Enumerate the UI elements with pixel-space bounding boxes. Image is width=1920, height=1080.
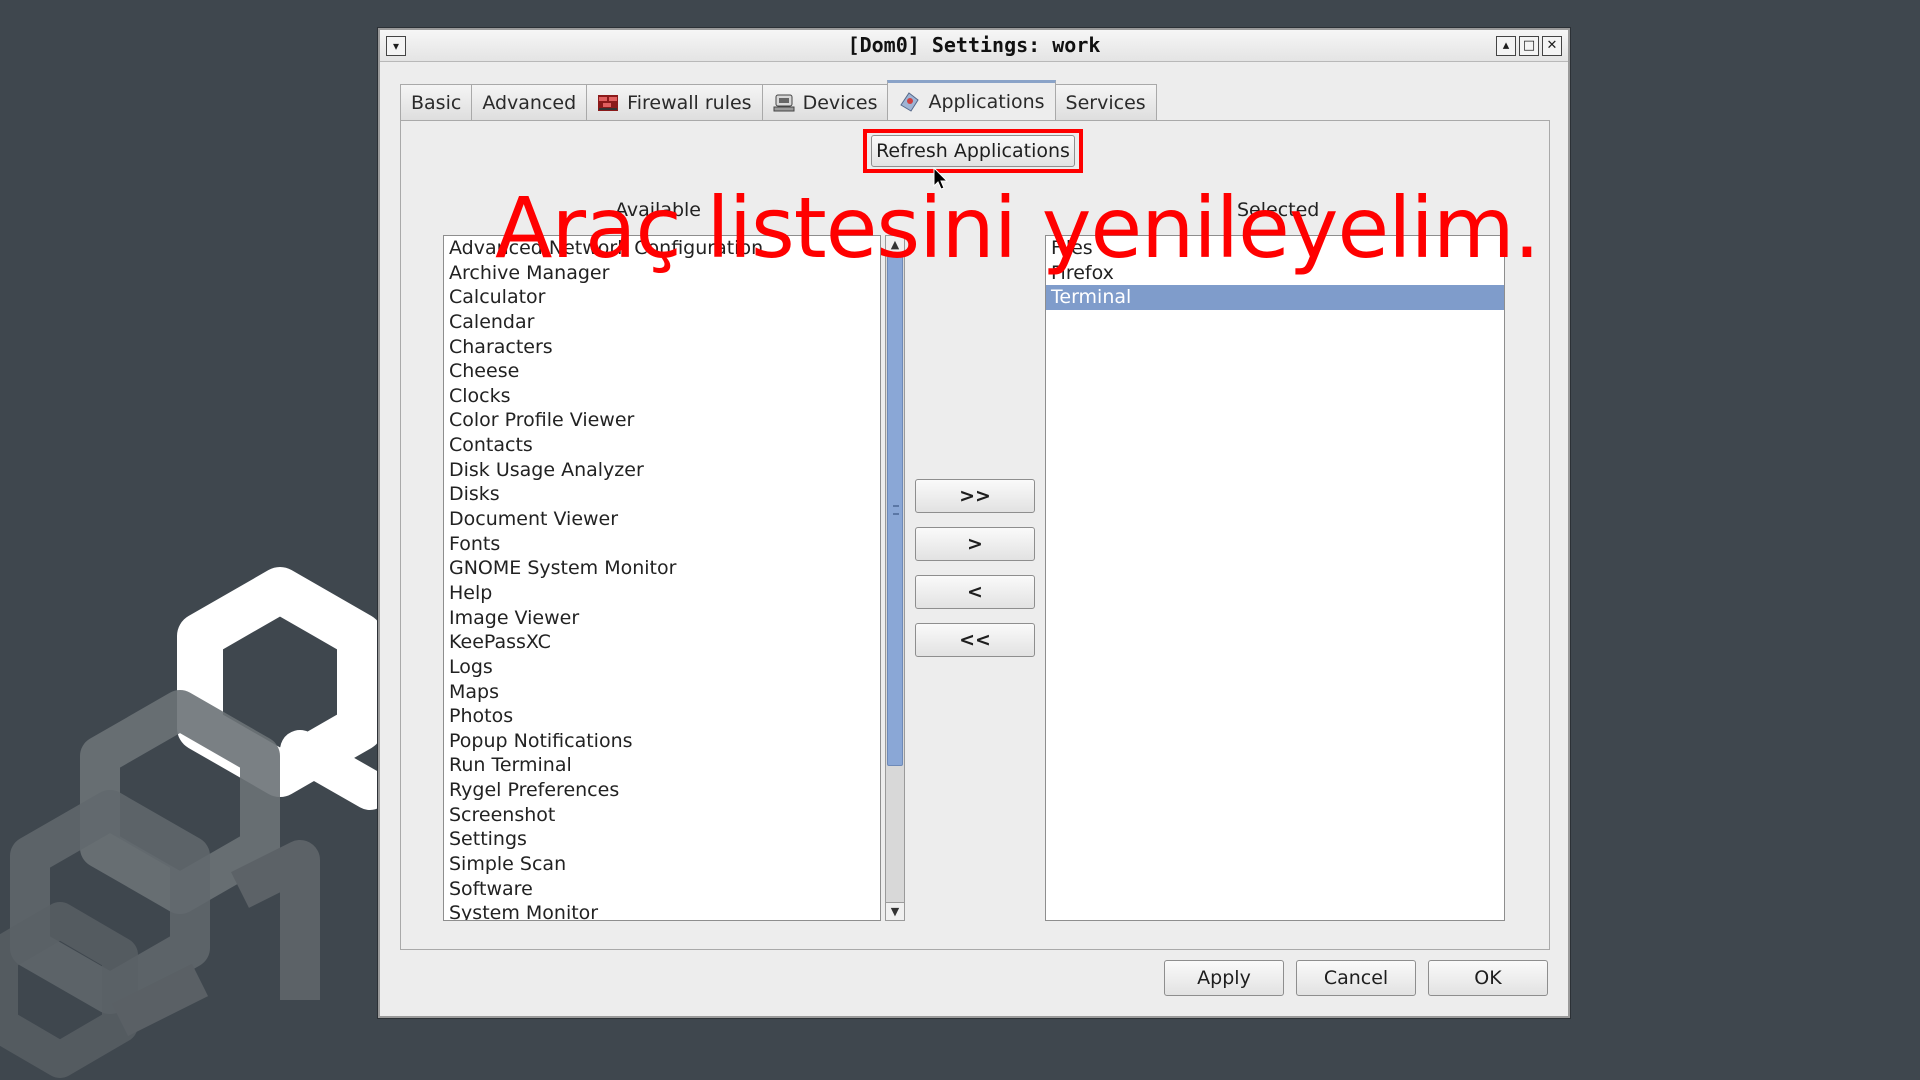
list-item[interactable]: Disks: [444, 482, 880, 507]
title-bar[interactable]: ▾ [Dom0] Settings: work ▴ □ ✕: [380, 30, 1568, 62]
tab-label: Advanced: [482, 91, 577, 114]
move-all-right-button[interactable]: >>: [915, 479, 1035, 513]
tab-bar: Basic Advanced Firewall rules Devices Ap…: [400, 80, 1157, 120]
ok-button[interactable]: OK: [1428, 960, 1548, 996]
list-item[interactable]: Terminal: [1046, 285, 1504, 310]
close-icon[interactable]: ✕: [1542, 36, 1562, 56]
maximize-icon[interactable]: □: [1519, 36, 1539, 56]
tab-label: Services: [1065, 91, 1146, 114]
list-item[interactable]: Run Terminal: [444, 753, 880, 778]
list-item[interactable]: Logs: [444, 655, 880, 680]
list-item[interactable]: Color Profile Viewer: [444, 408, 880, 433]
scrollbar-thumb[interactable]: [887, 256, 903, 766]
list-item[interactable]: Calendar: [444, 310, 880, 335]
list-item[interactable]: Software: [444, 877, 880, 902]
available-list-scrollbar[interactable]: ▲ ▼: [885, 235, 905, 921]
list-item[interactable]: Photos: [444, 704, 880, 729]
list-item[interactable]: Image Viewer: [444, 606, 880, 631]
tab-label: Basic: [411, 91, 462, 114]
settings-window: ▾ [Dom0] Settings: work ▴ □ ✕ Basic Adva…: [378, 28, 1570, 1018]
tab-label: Applications: [928, 90, 1045, 113]
devices-icon: [773, 94, 795, 111]
list-item[interactable]: Screenshot: [444, 803, 880, 828]
move-left-button[interactable]: <: [915, 575, 1035, 609]
firewall-icon: [598, 94, 619, 111]
tab-devices[interactable]: Devices: [761, 84, 889, 120]
overlay-caption: Araç listesini yenileyelim.: [495, 179, 1540, 277]
list-item[interactable]: Contacts: [444, 433, 880, 458]
list-item[interactable]: Fonts: [444, 532, 880, 557]
list-item[interactable]: KeePassXC: [444, 630, 880, 655]
list-item[interactable]: Help: [444, 581, 880, 606]
list-item[interactable]: System Monitor: [444, 901, 880, 920]
tab-services[interactable]: Services: [1054, 84, 1157, 120]
list-item[interactable]: Cheese: [444, 359, 880, 384]
qubes-logo: [0, 567, 390, 1078]
list-item[interactable]: Document Viewer: [444, 507, 880, 532]
list-item[interactable]: Characters: [444, 335, 880, 360]
scroll-down-icon[interactable]: ▼: [886, 902, 904, 920]
list-item[interactable]: Rygel Preferences: [444, 778, 880, 803]
tab-advanced[interactable]: Advanced: [471, 84, 588, 120]
list-item[interactable]: Popup Notifications: [444, 729, 880, 754]
tab-basic[interactable]: Basic: [400, 84, 473, 120]
list-item[interactable]: GNOME System Monitor: [444, 556, 880, 581]
tab-applications[interactable]: Applications: [887, 80, 1056, 120]
selected-applications-list[interactable]: Files Firefox Terminal: [1045, 235, 1505, 921]
list-item[interactable]: Maps: [444, 680, 880, 705]
list-item[interactable]: Simple Scan: [444, 852, 880, 877]
list-item[interactable]: Settings: [444, 827, 880, 852]
move-all-left-button[interactable]: <<: [915, 623, 1035, 657]
apply-button[interactable]: Apply: [1164, 960, 1284, 996]
list-item[interactable]: Clocks: [444, 384, 880, 409]
list-item[interactable]: Disk Usage Analyzer: [444, 458, 880, 483]
tab-label: Firewall rules: [627, 91, 752, 114]
available-applications-list[interactable]: Advanced Network Configuration Archive Ma…: [443, 235, 881, 921]
applications-icon: [900, 91, 920, 112]
window-title: [Dom0] Settings: work: [847, 33, 1101, 57]
list-item[interactable]: Calculator: [444, 285, 880, 310]
tab-firewall-rules[interactable]: Firewall rules: [586, 84, 763, 120]
highlight-box: [863, 129, 1083, 173]
shade-icon[interactable]: ▴: [1496, 36, 1516, 56]
move-right-button[interactable]: >: [915, 527, 1035, 561]
tab-label: Devices: [802, 91, 878, 114]
cancel-button[interactable]: Cancel: [1296, 960, 1416, 996]
